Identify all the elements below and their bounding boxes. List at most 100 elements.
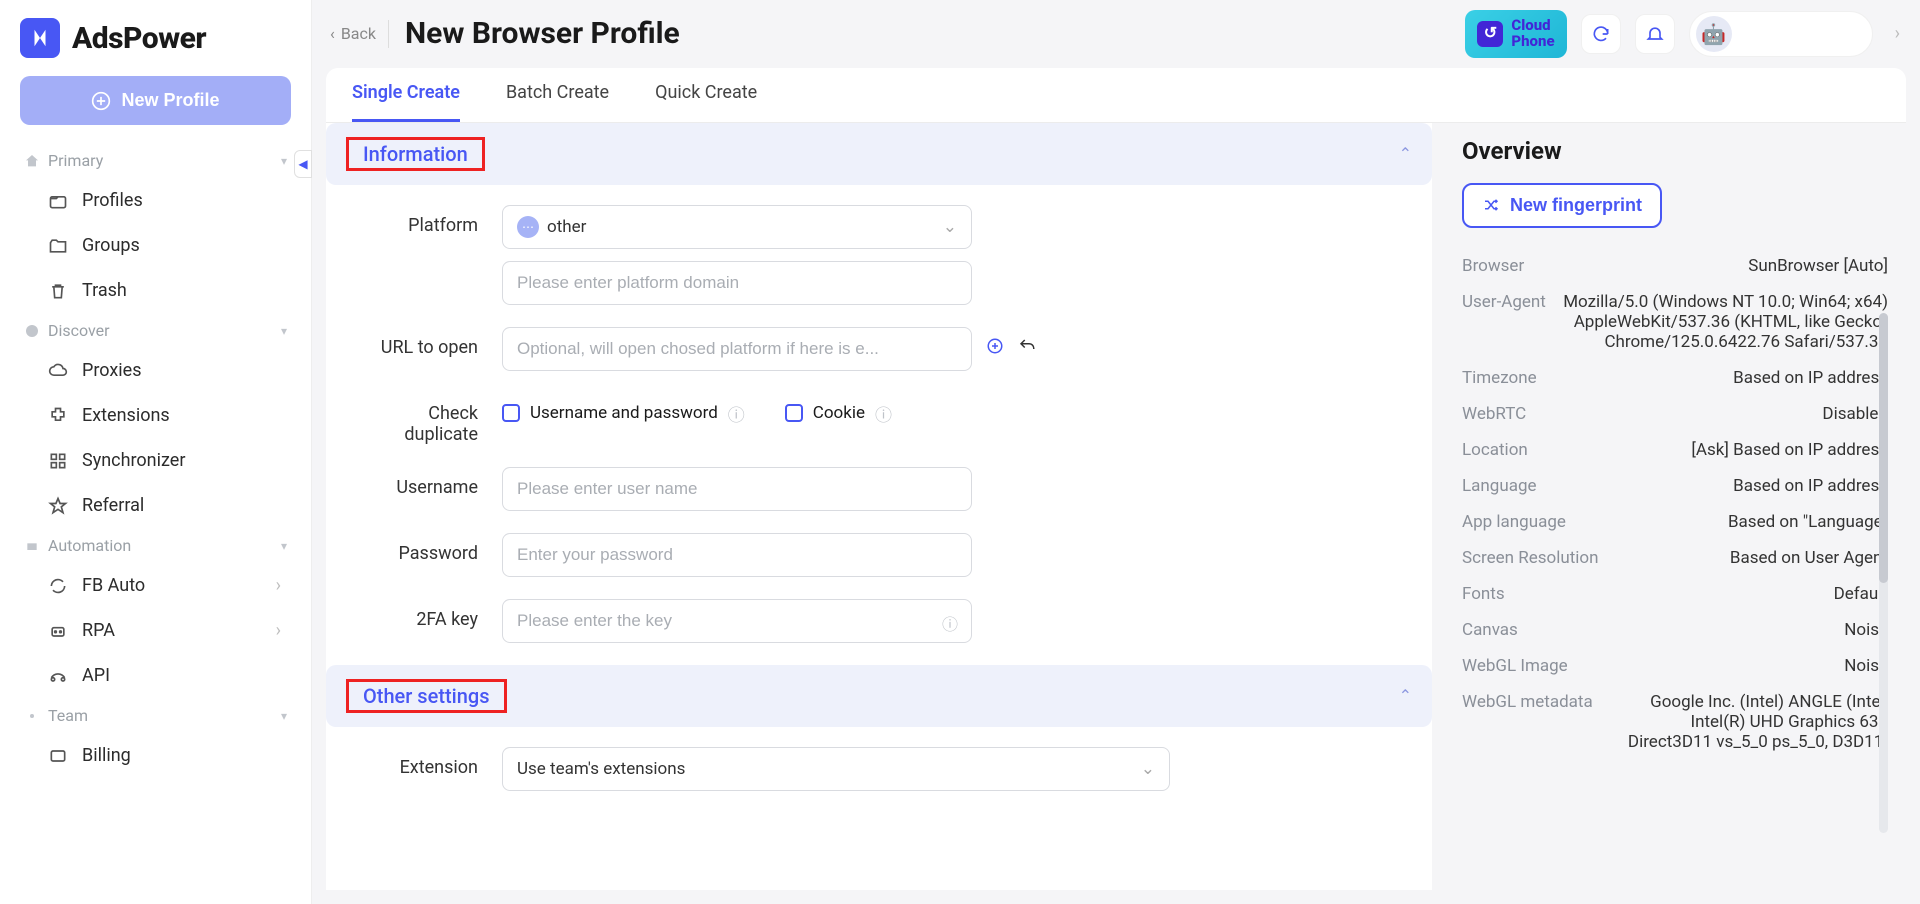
twofa-label: 2FA key (342, 599, 502, 630)
plus-circle-icon (91, 91, 111, 111)
overview-row: Location[Ask] Based on IP address (1462, 432, 1888, 468)
sync-button[interactable] (1581, 14, 1621, 54)
tab-single-create[interactable]: Single Create (352, 82, 460, 122)
info-icon[interactable]: ⓘ (875, 401, 892, 426)
info-icon[interactable]: ⓘ (942, 611, 958, 635)
platform-domain-input[interactable] (502, 261, 972, 305)
wallet-icon (48, 746, 68, 766)
overview-row: CanvasNoise (1462, 612, 1888, 648)
compass-icon (24, 323, 40, 339)
extension-select[interactable]: Use team's extensions ⌄ (502, 747, 1170, 791)
checkbox-cookie[interactable]: Cookie ⓘ (785, 401, 892, 426)
overview-row: BrowserSunBrowser [Auto] (1462, 248, 1888, 284)
overview-row: App languageBased on "Language" (1462, 504, 1888, 540)
overview-row: FontsDefault (1462, 576, 1888, 612)
overview-row: TimezoneBased on IP address (1462, 360, 1888, 396)
overview-value: Based on IP address (1733, 368, 1888, 388)
add-url-button[interactable] (986, 337, 1004, 360)
username-input[interactable] (502, 467, 972, 511)
overview-row: LanguageBased on IP address (1462, 468, 1888, 504)
chevron-right-icon[interactable]: › (1895, 23, 1900, 44)
new-fingerprint-button[interactable]: New fingerprint (1462, 183, 1662, 228)
sidebar-item-profiles[interactable]: Profiles (20, 178, 291, 223)
extension-label: Extension (342, 747, 502, 778)
sidebar-item-referral[interactable]: Referral (20, 483, 291, 528)
overview-value: SunBrowser [Auto] (1748, 256, 1888, 276)
undo-icon (1018, 337, 1036, 355)
overview-key: WebGL metadata (1462, 692, 1593, 752)
overview-key: User-Agent (1462, 292, 1546, 352)
new-profile-label: New Profile (121, 90, 219, 111)
logo[interactable]: AdsPower (20, 18, 291, 58)
overview-key: Screen Resolution (1462, 548, 1598, 568)
twofa-input[interactable] (502, 599, 972, 643)
logo-text: AdsPower (72, 21, 206, 56)
section-team[interactable]: Team ▾ (20, 698, 291, 733)
section-automation[interactable]: Automation ▾ (20, 528, 291, 563)
sidebar-item-billing[interactable]: Billing (20, 733, 291, 778)
tabs: Single Create Batch Create Quick Create (326, 68, 1906, 123)
chevron-down-icon: ⌄ (1141, 759, 1155, 779)
sync-icon (1591, 24, 1611, 44)
cloud-phone-button[interactable]: ↺ Cloud Phone (1465, 10, 1566, 58)
url-input[interactable] (502, 327, 972, 371)
new-profile-button[interactable]: New Profile (20, 76, 291, 125)
accordion-other-settings[interactable]: Other settings ⌃ (326, 665, 1432, 727)
sidebar-item-api[interactable]: API (20, 653, 291, 698)
robot-icon (24, 538, 40, 554)
sync-icon (48, 451, 68, 471)
chevron-up-icon: ⌃ (1399, 144, 1412, 163)
avatar-icon: 🤖 (1696, 16, 1732, 52)
shuffle-icon (1482, 196, 1500, 214)
overview-key: Canvas (1462, 620, 1518, 640)
overview-value: Based on User Agent (1730, 548, 1888, 568)
sidebar-item-proxies[interactable]: Proxies (20, 348, 291, 393)
overview-key: Fonts (1462, 584, 1505, 604)
password-label: Password (342, 533, 502, 564)
overview-row: Screen Resolution Based on User Agent (1462, 540, 1888, 576)
sidebar-item-rpa[interactable]: RPA › (20, 608, 291, 653)
undo-button[interactable] (1018, 337, 1036, 360)
notifications-button[interactable] (1635, 14, 1675, 54)
gear-icon (24, 708, 40, 724)
sidebar-item-fb-auto[interactable]: FB Auto › (20, 563, 291, 608)
info-icon[interactable]: ⓘ (728, 401, 745, 426)
puzzle-icon (48, 406, 68, 426)
checkbox-username-password[interactable]: Username and password ⓘ (502, 401, 745, 426)
sidebar-item-synchronizer[interactable]: Synchronizer (20, 438, 291, 483)
folder-open-icon (48, 236, 68, 256)
sidebar-item-groups[interactable]: Groups (20, 223, 291, 268)
user-menu[interactable]: 🤖 (1689, 11, 1873, 57)
back-button[interactable]: ‹ Back (330, 24, 376, 43)
overview-key: WebRTC (1462, 404, 1526, 424)
platform-select[interactable]: ⋯other ⌄ (502, 205, 972, 249)
refresh-icon (48, 576, 68, 596)
overview-row: User-AgentMozilla/5.0 (Windows NT 10.0; … (1462, 284, 1888, 360)
checkbox-icon (502, 404, 520, 422)
overview-key: Language (1462, 476, 1537, 496)
accordion-information[interactable]: Information ⌃ (326, 123, 1432, 185)
sidebar-item-trash[interactable]: Trash (20, 268, 291, 313)
collapse-sidebar-button[interactable]: ◀ (294, 150, 312, 178)
password-input[interactable] (502, 533, 972, 577)
overview-value: Google Inc. (Intel) ANGLE (Intel, Intel(… (1607, 692, 1888, 752)
sidebar-item-extensions[interactable]: Extensions (20, 393, 291, 438)
chevron-down-icon: ▾ (281, 154, 287, 168)
overview-value: Mozilla/5.0 (Windows NT 10.0; Win64; x64… (1560, 292, 1888, 352)
scrollbar-thumb[interactable] (1879, 313, 1888, 583)
section-primary[interactable]: Primary ▾ (20, 143, 291, 178)
folder-icon (48, 191, 68, 211)
chevron-down-icon: ▾ (281, 709, 287, 723)
api-icon (48, 666, 68, 686)
tab-batch-create[interactable]: Batch Create (506, 82, 609, 122)
overview-title: Overview (1462, 137, 1888, 165)
plus-circle-icon (986, 337, 1004, 355)
overview-key: WebGL Image (1462, 656, 1568, 676)
section-discover[interactable]: Discover ▾ (20, 313, 291, 348)
scrollbar[interactable] (1879, 313, 1888, 833)
page-title: New Browser Profile (405, 16, 680, 51)
overview-row: WebGL metadataGoogle Inc. (Intel) ANGLE … (1462, 684, 1888, 760)
cloud-icon (48, 361, 68, 381)
tab-quick-create[interactable]: Quick Create (655, 82, 757, 122)
bot-icon (48, 621, 68, 641)
